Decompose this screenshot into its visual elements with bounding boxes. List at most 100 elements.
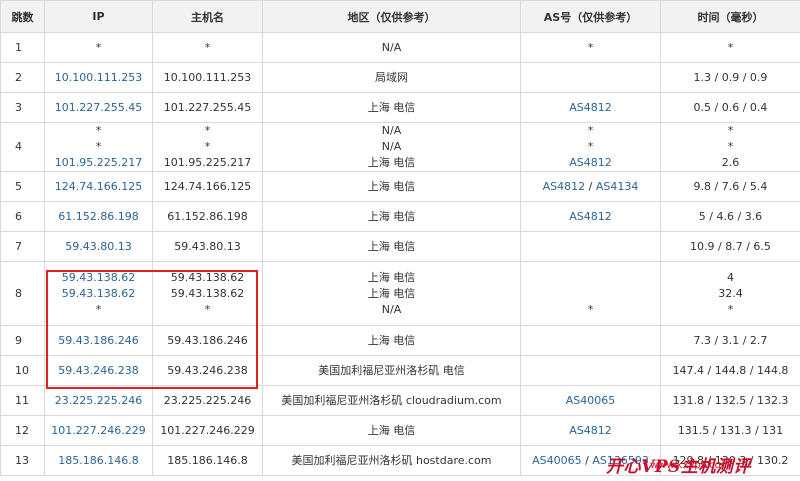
ip-cell: * bbox=[44, 32, 153, 63]
table-row: 10 59.43.246.238 59.43.246.238 美国加利福尼亚州洛杉矶 … bbox=[0, 355, 800, 386]
time-cell: 10.9 / 8.7 / 6.5 bbox=[660, 231, 800, 262]
table-row: 2 10.100.111.253 10.100.111.253 局域网 1.3 / 0… bbox=[0, 62, 800, 93]
as-cell bbox=[520, 355, 661, 386]
as-link[interactable]: AS4812 bbox=[521, 100, 660, 116]
region-cell: 美国加利福尼亚州洛杉矶 hostdare.com bbox=[262, 445, 521, 476]
host-text: 61.152.86.198 bbox=[167, 209, 248, 223]
hostname-cell: 101.227.246.229 bbox=[152, 415, 263, 446]
table-row: 7 59.43.80.13 59.43.80.13 上海 电信 10.9 / 8.7 … bbox=[0, 231, 800, 262]
time-text: * bbox=[727, 124, 734, 137]
as-link[interactable]: AS4812 bbox=[521, 155, 660, 171]
ip-link[interactable]: 59.43.186.246 bbox=[45, 333, 152, 349]
hostname-cell: 101.227.255.45 bbox=[152, 92, 263, 123]
region-cell: 美国加利福尼亚州洛杉矶 电信 bbox=[262, 355, 521, 386]
host-text: 101.227.255.45 bbox=[163, 100, 252, 114]
ip-link[interactable]: 101.227.246.229 bbox=[45, 423, 152, 439]
ip-cell: 185.186.146.8 bbox=[44, 445, 153, 476]
host-text: 59.43.80.13 bbox=[174, 239, 241, 253]
region-text: 上海 电信 bbox=[367, 270, 416, 284]
time-cell: * bbox=[660, 32, 800, 63]
region-text: 局域网 bbox=[375, 70, 408, 84]
region-cell: 上海 电信 上海 电信 N/A bbox=[262, 261, 521, 326]
as-text bbox=[521, 270, 660, 286]
time-cell: 4 32.4 * bbox=[660, 261, 800, 326]
region-text: 美国加利福尼亚州洛杉矶 hostdare.com bbox=[291, 453, 492, 467]
time-text: 131.5 / 131.3 / 131 bbox=[677, 423, 784, 437]
host-text: 23.225.225.246 bbox=[163, 393, 252, 407]
as-link[interactable]: AS40065 bbox=[521, 393, 660, 409]
header-as: AS号（仅供参考） bbox=[520, 0, 661, 33]
region-text: N/A bbox=[381, 124, 402, 137]
table-header: 跳数 IP 主机名 地区（仅供参考） AS号（仅供参考） 时间（毫秒） bbox=[0, 0, 800, 33]
ip-link[interactable]: 59.43.138.62 bbox=[45, 286, 152, 302]
time-text: 32.4 bbox=[718, 286, 743, 300]
hostname-cell: 124.74.166.125 bbox=[152, 171, 263, 202]
ip-link[interactable]: 101.227.255.45 bbox=[45, 100, 152, 116]
as-text bbox=[521, 70, 660, 86]
ip-cell: 101.227.255.45 bbox=[44, 92, 153, 123]
time-cell: * * 2.6 bbox=[660, 122, 800, 172]
region-text: 美国加利福尼亚州洛杉矶 电信 bbox=[318, 363, 465, 377]
region-text: 上海 电信 bbox=[367, 333, 416, 347]
hostname-cell: * * 101.95.225.217 bbox=[152, 122, 263, 172]
time-text: * bbox=[727, 40, 734, 54]
hop-cell: 1 bbox=[0, 32, 45, 63]
hostname-cell: 59.43.80.13 bbox=[152, 231, 263, 262]
host-text: 59.43.246.238 bbox=[167, 363, 248, 377]
time-cell: 5 / 4.6 / 3.6 bbox=[660, 201, 800, 232]
host-text: 10.100.111.253 bbox=[163, 70, 252, 84]
host-text: * bbox=[204, 140, 211, 153]
region-text: N/A bbox=[381, 140, 402, 153]
time-cell: 1.3 / 0.9 / 0.9 bbox=[660, 62, 800, 93]
hostname-cell: 185.186.146.8 bbox=[152, 445, 263, 476]
host-text: 185.186.146.8 bbox=[167, 453, 248, 467]
as-text: * bbox=[587, 40, 594, 54]
time-text: 147.4 / 144.8 / 144.8 bbox=[672, 363, 789, 377]
as-cell bbox=[520, 62, 661, 93]
as-cell: AS4812 bbox=[520, 415, 661, 446]
ip-link[interactable]: 59.43.80.13 bbox=[45, 239, 152, 255]
time-text: 0.5 / 0.6 / 0.4 bbox=[693, 100, 768, 114]
as-cell: AS40065 bbox=[520, 385, 661, 416]
header-region: 地区（仅供参考） bbox=[262, 0, 521, 33]
ip-link[interactable]: 59.43.246.238 bbox=[45, 363, 152, 379]
as-text bbox=[521, 363, 660, 379]
table-row: 11 23.225.225.246 23.225.225.246 美国加利福尼亚州洛杉… bbox=[0, 385, 800, 416]
hop-cell: 2 bbox=[0, 62, 45, 93]
as-link[interactable]: AS4812 bbox=[521, 423, 660, 439]
as-link[interactable]: AS40065 bbox=[532, 454, 582, 467]
hostname-cell: 59.43.246.238 bbox=[152, 355, 263, 386]
hop-cell: 6 bbox=[0, 201, 45, 232]
hop-cell: 12 bbox=[0, 415, 45, 446]
table-row: 5 124.74.166.125 124.74.166.125 上海 电信 AS4812… bbox=[0, 171, 800, 202]
ip-text: * bbox=[95, 40, 102, 54]
as-link[interactable]: AS4812 bbox=[543, 180, 586, 193]
as-cell bbox=[520, 231, 661, 262]
as-cell: AS4812 bbox=[520, 92, 661, 123]
as-link[interactable]: AS4134 bbox=[596, 180, 639, 193]
ip-link[interactable]: 10.100.111.253 bbox=[45, 70, 152, 86]
host-text: 101.227.246.229 bbox=[160, 423, 255, 437]
time-cell: 147.4 / 144.8 / 144.8 bbox=[660, 355, 800, 386]
ip-cell: 61.152.86.198 bbox=[44, 201, 153, 232]
region-cell: 上海 电信 bbox=[262, 415, 521, 446]
ip-link[interactable]: 101.95.225.217 bbox=[45, 155, 152, 171]
header-hop: 跳数 bbox=[0, 0, 45, 33]
ip-link[interactable]: 59.43.138.62 bbox=[45, 270, 152, 286]
region-cell: 上海 电信 bbox=[262, 325, 521, 356]
table-row: 6 61.152.86.198 61.152.86.198 上海 电信 AS4812 5 … bbox=[0, 201, 800, 232]
ip-link[interactable]: 124.74.166.125 bbox=[45, 179, 152, 195]
table-row: 1 * * N/A * * bbox=[0, 32, 800, 63]
region-cell: 美国加利福尼亚州洛杉矶 cloudradium.com bbox=[262, 385, 521, 416]
as-link[interactable]: AS4812 bbox=[521, 209, 660, 225]
region-text: 上海 电信 bbox=[367, 100, 416, 114]
ip-cell: 59.43.186.246 bbox=[44, 325, 153, 356]
ip-link[interactable]: 185.186.146.8 bbox=[45, 453, 152, 469]
ip-cell: 59.43.80.13 bbox=[44, 231, 153, 262]
ip-link[interactable]: 23.225.225.246 bbox=[45, 393, 152, 409]
ip-text: * bbox=[95, 124, 102, 137]
time-text: 10.9 / 8.7 / 6.5 bbox=[690, 239, 771, 253]
as-cell: AS4812 bbox=[520, 201, 661, 232]
ip-link[interactable]: 61.152.86.198 bbox=[45, 209, 152, 225]
hop-cell: 8 bbox=[0, 261, 45, 326]
